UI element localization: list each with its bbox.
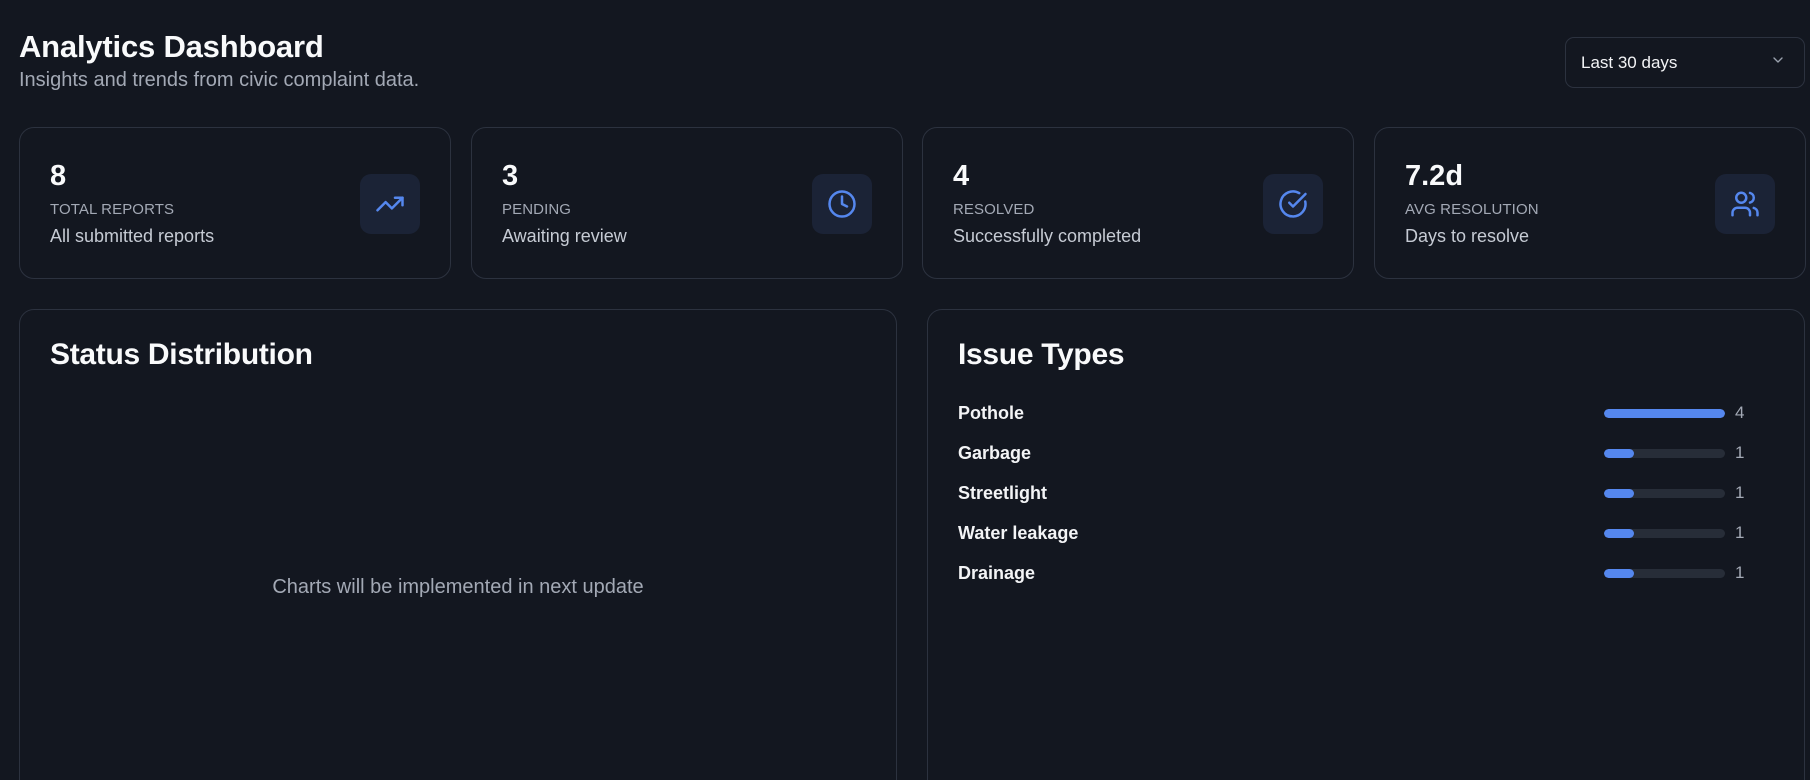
issue-name: Pothole — [958, 403, 1024, 423]
issue-count: 1 — [1735, 483, 1745, 502]
date-range-value: Last 30 days — [1581, 52, 1678, 72]
issue-bar-fill — [1604, 489, 1635, 498]
issue-bar-fill — [1604, 449, 1635, 458]
users-icon — [1715, 174, 1775, 234]
page-subtitle: Insights and trends from civic complaint… — [19, 69, 420, 91]
issue-row-pothole: Pothole 4 — [958, 403, 1774, 443]
issue-row-water-leakage: Water leakage 1 — [958, 523, 1774, 563]
clock-icon — [812, 174, 872, 234]
stat-label: PENDING — [502, 201, 572, 218]
stat-label: RESOLVED — [953, 201, 1035, 218]
issue-type-list: Pothole 4 Garbage 1 Streetlight 1 Water … — [958, 403, 1774, 603]
stat-card-total-reports: 8 TOTAL REPORTS All submitted reports — [19, 127, 451, 279]
stat-label: TOTAL REPORTS — [50, 201, 175, 218]
stat-value: 8 — [50, 160, 67, 192]
issue-name: Streetlight — [958, 483, 1048, 503]
issue-row-drainage: Drainage 1 — [958, 563, 1774, 603]
page-title: Analytics Dashboard — [19, 29, 324, 64]
stat-label: AVG RESOLUTION — [1405, 201, 1539, 218]
issue-count: 1 — [1735, 563, 1745, 582]
stat-description: Awaiting review — [502, 226, 627, 246]
stat-value: 3 — [502, 160, 519, 192]
status-distribution-panel: Status Distribution Charts will be imple… — [19, 309, 897, 780]
date-range-select[interactable]: Last 30 days — [1565, 37, 1805, 88]
issue-count: 1 — [1735, 523, 1745, 542]
stat-description: All submitted reports — [50, 226, 215, 246]
analytics-dashboard: Analytics Dashboard Insights and trends … — [0, 0, 1810, 780]
page-header: Analytics Dashboard Insights and trends … — [19, 28, 419, 92]
issue-bar-track — [1604, 449, 1725, 458]
stat-value: 7.2d — [1405, 160, 1464, 192]
stat-description: Successfully completed — [953, 226, 1142, 246]
stat-description: Days to resolve — [1405, 226, 1530, 246]
issue-bar-fill — [1604, 529, 1635, 538]
issue-name: Water leakage — [958, 523, 1079, 543]
issue-bar-fill — [1604, 409, 1725, 418]
issue-bar-track — [1604, 489, 1725, 498]
issue-row-streetlight: Streetlight 1 — [958, 483, 1774, 523]
panel-title: Status Distribution — [50, 338, 313, 371]
issue-bar-track — [1604, 569, 1725, 578]
issue-name: Garbage — [958, 443, 1032, 463]
stat-card-avg-resolution: 7.2d AVG RESOLUTION Days to resolve — [1374, 127, 1806, 279]
issue-bar-track — [1604, 409, 1725, 418]
issue-bar-fill — [1604, 569, 1635, 578]
issue-bar-track — [1604, 529, 1725, 538]
check-circle-icon — [1263, 174, 1323, 234]
chevron-down-icon — [1770, 52, 1786, 73]
issue-name: Drainage — [958, 563, 1036, 583]
issue-types-panel: Issue Types Pothole 4 Garbage 1 Streetli… — [927, 309, 1805, 780]
chart-placeholder-text: Charts will be implemented in next updat… — [272, 576, 644, 598]
issue-row-garbage: Garbage 1 — [958, 443, 1774, 483]
stat-value: 4 — [953, 160, 970, 192]
trending-up-icon — [360, 174, 420, 234]
stat-card-pending: 3 PENDING Awaiting review — [471, 127, 903, 279]
stat-card-resolved: 4 RESOLVED Successfully completed — [922, 127, 1354, 279]
panel-title: Issue Types — [958, 338, 1125, 371]
issue-count: 1 — [1735, 443, 1745, 462]
issue-count: 4 — [1735, 403, 1745, 422]
